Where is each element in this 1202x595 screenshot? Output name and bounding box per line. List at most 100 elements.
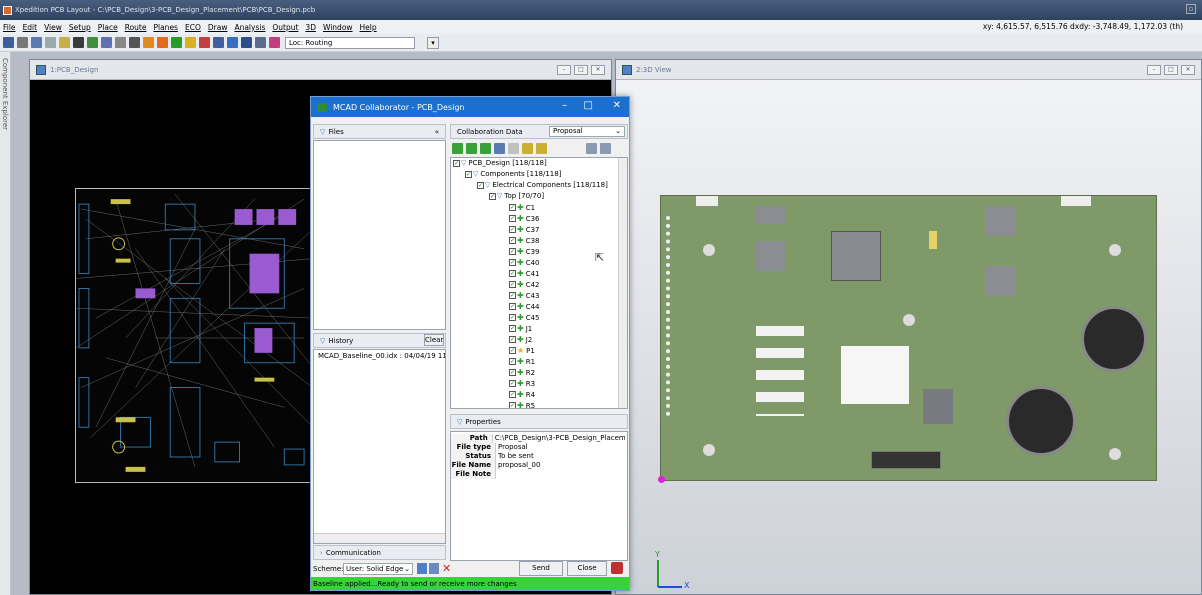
tree-item[interactable]: ✓ ✚ C42 [509,280,540,289]
loc-combo[interactable]: Loc: Routing [285,36,415,49]
tree-item[interactable]: ✓ ✚ C44 [509,302,540,311]
property-value[interactable]: Proposal [496,443,528,452]
tree-item[interactable]: ✓ ✚ C40 [509,258,540,267]
component-explorer-tab[interactable]: Component Explorer [0,52,11,595]
collapse-icon[interactable]: « [435,128,439,136]
files-panel-header[interactable]: ▽ Files « [313,124,446,139]
close-icon[interactable]: ✕ [613,100,621,111]
tree-item[interactable]: ✓ ✚ R3 [509,379,535,388]
history-list[interactable]: MCAD_Baseline_00.idx : 04/04/19 11 [313,349,446,544]
minimize-icon[interactable]: – [562,100,567,111]
menu-planes[interactable]: Planes [153,23,177,32]
scheme-delete-icon[interactable]: ✕ [442,562,451,575]
place-icon[interactable] [87,37,98,48]
tree-node-root[interactable]: ✓ ▽ PCB_Design [118/118] [453,159,547,167]
bulb-icon[interactable] [508,142,519,154]
tree-item[interactable]: ✓ ✚ R4 [509,390,535,399]
scheme-save-icon[interactable] [429,563,439,574]
tree-item[interactable]: ✓ ★ P1 [509,346,535,355]
close-button[interactable]: ✕ [591,65,605,75]
scheme-dropdown[interactable]: User: Solid Edge ⌄ [343,563,413,575]
history-scrollbar[interactable] [314,533,445,543]
menu-place[interactable]: Place [98,23,118,32]
menu-analysis[interactable]: Analysis [234,23,265,32]
accept-icon[interactable] [522,142,533,154]
move-icon[interactable] [494,142,505,154]
communication-panel-header[interactable]: › Communication [313,545,446,560]
pan-icon[interactable] [241,37,252,48]
collab-dropdown[interactable]: Proposal ⌄ [549,126,625,137]
pcb-layout-canvas[interactable] [75,188,314,483]
tree-item[interactable]: ✓ ✚ C38 [509,236,540,245]
tree-node-top[interactable]: ✓ ▽ Top [70/70] [489,192,544,200]
menu-eco[interactable]: ECO [185,23,201,32]
history-item[interactable]: MCAD_Baseline_00.idx : 04/04/19 11 [314,350,445,362]
maximize-button[interactable]: □ [1164,65,1178,75]
tree-item[interactable]: ✓ ✚ C43 [509,291,540,300]
tree-item[interactable]: ✓ ✚ C1 [509,203,535,212]
send-button[interactable]: Send [519,561,563,576]
route-icon[interactable] [73,37,84,48]
menu-window[interactable]: Window [323,23,353,32]
menu-file[interactable]: File [3,23,16,32]
new-icon[interactable] [452,142,463,154]
refresh-icon[interactable] [600,142,611,154]
3d-board-model[interactable] [660,195,1157,481]
redo-icon[interactable] [45,37,56,48]
scheme-search-icon[interactable] [417,563,427,574]
select-icon[interactable] [59,37,70,48]
maximize-button[interactable]: □ [574,65,588,75]
filter-icon[interactable] [586,142,597,154]
property-value[interactable]: proposal_00 [496,461,540,470]
tree-item[interactable]: ✓ ✚ C37 [509,225,540,234]
tree-node-electrical[interactable]: ✓ ▽ Electrical Components [118/118] [477,181,608,189]
tree-item[interactable]: ✓ ✚ C39 [509,247,540,256]
help-book-icon[interactable] [611,562,623,574]
tree-item[interactable]: ✓ ✚ C41 [509,269,540,278]
loc-dropdown-icon[interactable]: ▾ [427,36,439,49]
menu-view[interactable]: View [44,23,62,32]
app-restore-button[interactable]: ▫ [1186,4,1196,14]
tree-item[interactable]: ✓ ✚ R5 [509,401,535,408]
tree-item[interactable]: ✓ ✚ J1 [509,324,532,333]
flag-icon[interactable] [185,37,196,48]
measure-icon[interactable] [199,37,210,48]
clear-history-button[interactable]: Clear [424,334,444,346]
close-button[interactable]: ✕ [1181,65,1195,75]
menu-help[interactable]: Help [360,23,377,32]
net-icon[interactable] [213,37,224,48]
zoom-icon[interactable] [227,37,238,48]
undo-icon[interactable] [31,37,42,48]
grid-icon[interactable] [115,37,126,48]
menu-setup[interactable]: Setup [69,23,91,32]
maximize-icon[interactable]: □ [584,100,593,111]
menu-output[interactable]: Output [272,23,298,32]
menu-edit[interactable]: Edit [23,23,38,32]
files-list[interactable] [313,140,446,330]
collab-tree[interactable]: ✓ ▽ PCB_Design [118/118] ✓ ▽ Components [118… [450,157,628,409]
sketch-icon[interactable] [269,37,280,48]
menu-draw[interactable]: Draw [208,23,228,32]
find-icon[interactable] [17,37,28,48]
property-value[interactable]: To be sent [496,452,534,461]
tree-scrollbar[interactable] [618,158,627,408]
tree-item[interactable]: ✓ ✚ J2 [509,335,532,344]
reject-icon[interactable] [536,142,547,154]
sel-icon[interactable] [466,142,477,154]
minimize-button[interactable]: – [1147,65,1161,75]
properties-header[interactable]: ▽ Properties [450,414,628,429]
layer-icon[interactable] [255,37,266,48]
highlight-icon[interactable] [143,37,154,48]
diamond-icon[interactable] [171,37,182,48]
tree-item[interactable]: ✓ ✚ R1 [509,357,535,366]
menu-3d[interactable]: 3D [305,23,316,32]
tree-item[interactable]: ✓ ✚ C45 [509,313,540,322]
save-icon[interactable] [3,37,14,48]
menu-route[interactable]: Route [125,23,147,32]
history-panel-header[interactable]: ▽ History Clear [313,333,446,348]
tree-node-components[interactable]: ✓ ▽ Components [118/118] [465,170,561,178]
drc-icon[interactable] [157,37,168,48]
via-icon[interactable] [129,37,140,48]
tree-item[interactable]: ✓ ✚ C36 [509,214,540,223]
close-button[interactable]: Close [567,561,607,576]
